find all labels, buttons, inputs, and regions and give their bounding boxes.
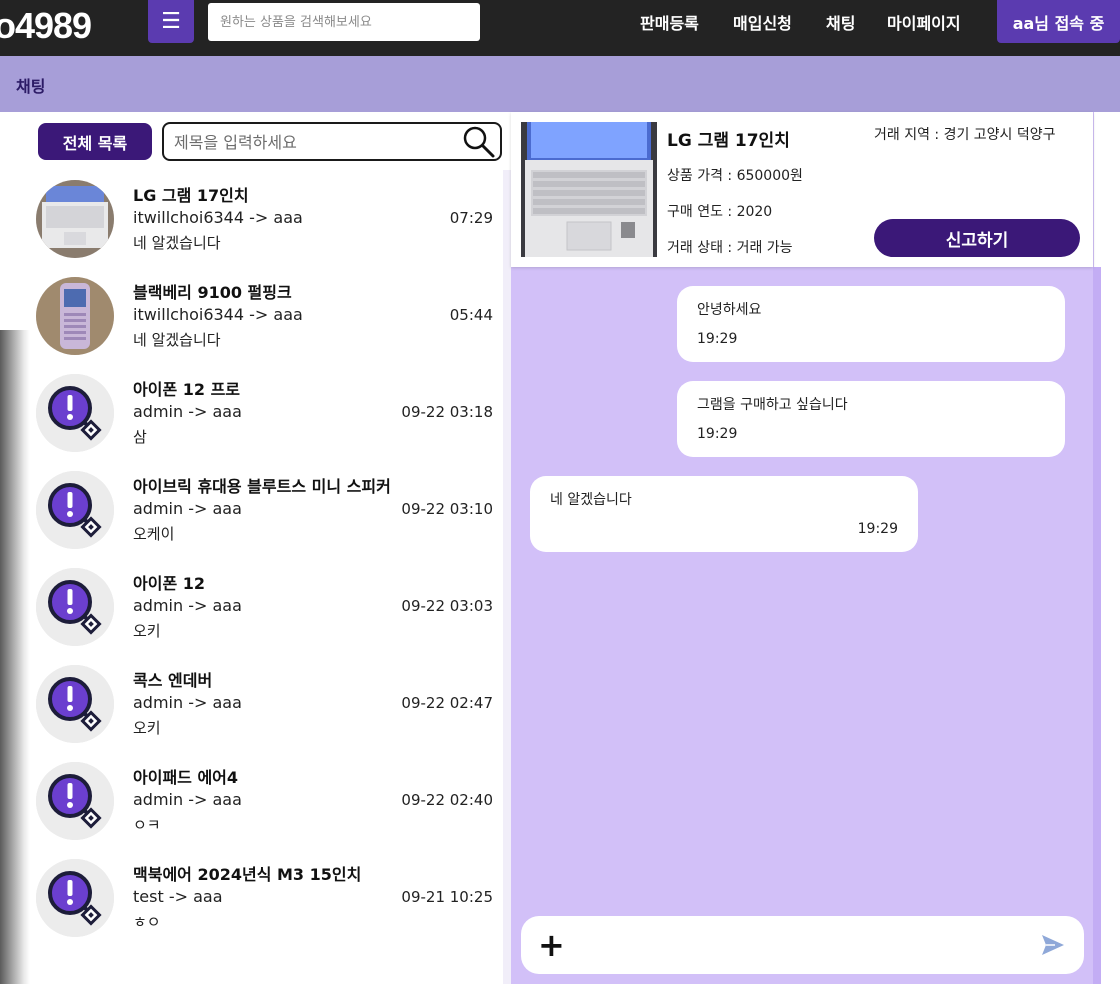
user-status-button[interactable]: aa님 접속 중 [997, 0, 1120, 43]
message-bubble-sent: 안녕하세요 19:29 [677, 286, 1065, 362]
default-thumbnail-icon [36, 665, 114, 743]
chat-item-time: 05:44 [449, 306, 493, 324]
chat-item-title: 아이폰 12 [133, 574, 205, 593]
message-time: 19:29 [697, 426, 738, 442]
chat-item-last-message: ㅎㅇ [133, 913, 161, 931]
chat-list-item[interactable]: 아이폰 12 프로 admin -> aaa 09-22 03:18 삼 [30, 366, 505, 463]
chat-panel-scrollbar[interactable] [1093, 267, 1101, 984]
chat-item-participants: admin -> aaa [133, 499, 242, 518]
all-list-button[interactable]: 전체 목록 [38, 123, 152, 160]
chat-item-time: 09-22 03:10 [401, 500, 493, 518]
chat-item-last-message: 오키 [133, 622, 161, 640]
message-time: 19:29 [857, 521, 898, 537]
report-button[interactable]: 신고하기 [874, 219, 1080, 257]
chat-item-participants: itwillchoi6344 -> aaa [133, 305, 303, 324]
nav-purchase-request[interactable]: 매입신청 [733, 10, 792, 34]
left-shadow [0, 330, 30, 984]
product-price: 상품 가격 : 650000원 [667, 168, 803, 184]
chat-item-last-message: 네 알겠습니다 [133, 234, 221, 252]
default-thumbnail-icon [36, 859, 114, 937]
chat-item-time: 09-22 02:40 [401, 791, 493, 809]
panel-divider [503, 170, 511, 984]
product-trade-status: 거래 상태 : 거래 가능 [667, 240, 793, 256]
nav-chat[interactable]: 채팅 [826, 10, 855, 34]
message-text: 그램을 구매하고 싶습니다 [697, 397, 848, 413]
default-thumbnail-icon [36, 568, 114, 646]
plus-icon[interactable]: + [538, 929, 565, 961]
hamburger-icon: ☰ [161, 9, 181, 34]
message-bubble-sent: 그램을 구매하고 싶습니다 19:29 [677, 381, 1065, 457]
chat-item-title: LG 그램 17인치 [133, 186, 249, 205]
message-bubble-received: 네 알겠습니다 19:29 [530, 476, 918, 552]
chat-item-title: 콕스 엔데버 [133, 671, 213, 690]
search-icon[interactable] [462, 125, 496, 159]
chat-item-time: 09-22 03:03 [401, 597, 493, 615]
default-thumbnail-icon [36, 374, 114, 452]
chat-item-participants: test -> aaa [133, 887, 223, 906]
product-thumbnail [36, 180, 114, 258]
chat-list-item[interactable]: 아이폰 12 admin -> aaa 09-22 03:03 오키 [30, 560, 505, 657]
title-search-input[interactable] [174, 130, 454, 154]
chat-list-item[interactable]: 콕스 엔데버 admin -> aaa 09-22 02:47 오키 [30, 657, 505, 754]
send-icon[interactable] [1041, 934, 1065, 956]
chat-item-time: 09-22 03:18 [401, 403, 493, 421]
product-trade-region: 거래 지역 : 경기 고양시 덕양구 [874, 127, 1056, 143]
top-navbar: o4989 ☰ 판매등록 매입신청 채팅 마이페이지 aa님 접속 중 [0, 0, 1120, 56]
chat-item-title: 아이브릭 휴대용 블루트스 미니 스피커 [133, 477, 391, 496]
chat-item-participants: admin -> aaa [133, 402, 242, 421]
chat-item-last-message: 삼 [133, 428, 147, 446]
chat-item-participants: itwillchoi6344 -> aaa [133, 208, 303, 227]
chat-item-time: 07:29 [449, 209, 493, 227]
chat-item-last-message: 네 알겠습니다 [133, 331, 221, 349]
title-search-box [162, 122, 502, 161]
nav-mypage[interactable]: 마이페이지 [887, 10, 961, 34]
chat-list-item[interactable]: 아이패드 에어4 admin -> aaa 09-22 02:40 ㅇㅋ [30, 754, 505, 851]
chat-item-participants: admin -> aaa [133, 790, 242, 809]
chat-list-item[interactable]: 맥북에어 2024년식 M3 15인치 test -> aaa 09-21 10:2… [30, 851, 505, 948]
chat-item-title: 블랙베리 9100 펄핑크 [133, 283, 292, 302]
default-thumbnail-icon [36, 762, 114, 840]
message-text: 네 알겠습니다 [550, 492, 632, 508]
nav-sell[interactable]: 판매등록 [640, 10, 699, 34]
site-logo[interactable]: o4989 [0, 4, 92, 48]
default-thumbnail-icon [36, 471, 114, 549]
chat-item-last-message: ㅇㅋ [133, 816, 161, 834]
chat-item-participants: admin -> aaa [133, 693, 242, 712]
chat-item-time: 09-22 02:47 [401, 694, 493, 712]
product-thumbnail [36, 277, 114, 355]
search-input[interactable] [208, 3, 480, 41]
product-image[interactable] [521, 122, 657, 257]
chat-list-item[interactable]: LG 그램 17인치 itwillchoi6344 -> aaa 07:29 네 알겠… [30, 172, 505, 269]
message-input-bar[interactable]: + [521, 916, 1084, 974]
product-name: LG 그램 17인치 [667, 131, 790, 151]
chat-item-last-message: 오키 [133, 719, 161, 737]
message-time: 19:29 [697, 331, 738, 347]
menu-button[interactable]: ☰ [148, 0, 194, 43]
chat-item-title: 아이폰 12 프로 [133, 380, 241, 399]
page-title: 채팅 [16, 77, 46, 96]
page-header: 채팅 [0, 56, 1120, 112]
product-card: LG 그램 17인치 상품 가격 : 650000원 구매 연도 : 2020 … [511, 112, 1093, 267]
chat-list-item[interactable]: 아이브릭 휴대용 블루트스 미니 스피커 admin -> aaa 09-22 03… [30, 463, 505, 560]
chat-item-title: 맥북에어 2024년식 M3 15인치 [133, 865, 362, 884]
chat-item-time: 09-21 10:25 [401, 888, 493, 906]
chat-item-title: 아이패드 에어4 [133, 768, 239, 787]
chat-list: LG 그램 17인치 itwillchoi6344 -> aaa 07:29 네 알겠… [30, 172, 505, 948]
chat-item-participants: admin -> aaa [133, 596, 242, 615]
product-purchase-year: 구매 연도 : 2020 [667, 204, 773, 220]
chat-item-last-message: 오케이 [133, 525, 175, 543]
message-text: 안녕하세요 [697, 302, 762, 318]
chat-list-item[interactable]: 블랙베리 9100 펄핑크 itwillchoi6344 -> aaa 05:44 네… [30, 269, 505, 366]
